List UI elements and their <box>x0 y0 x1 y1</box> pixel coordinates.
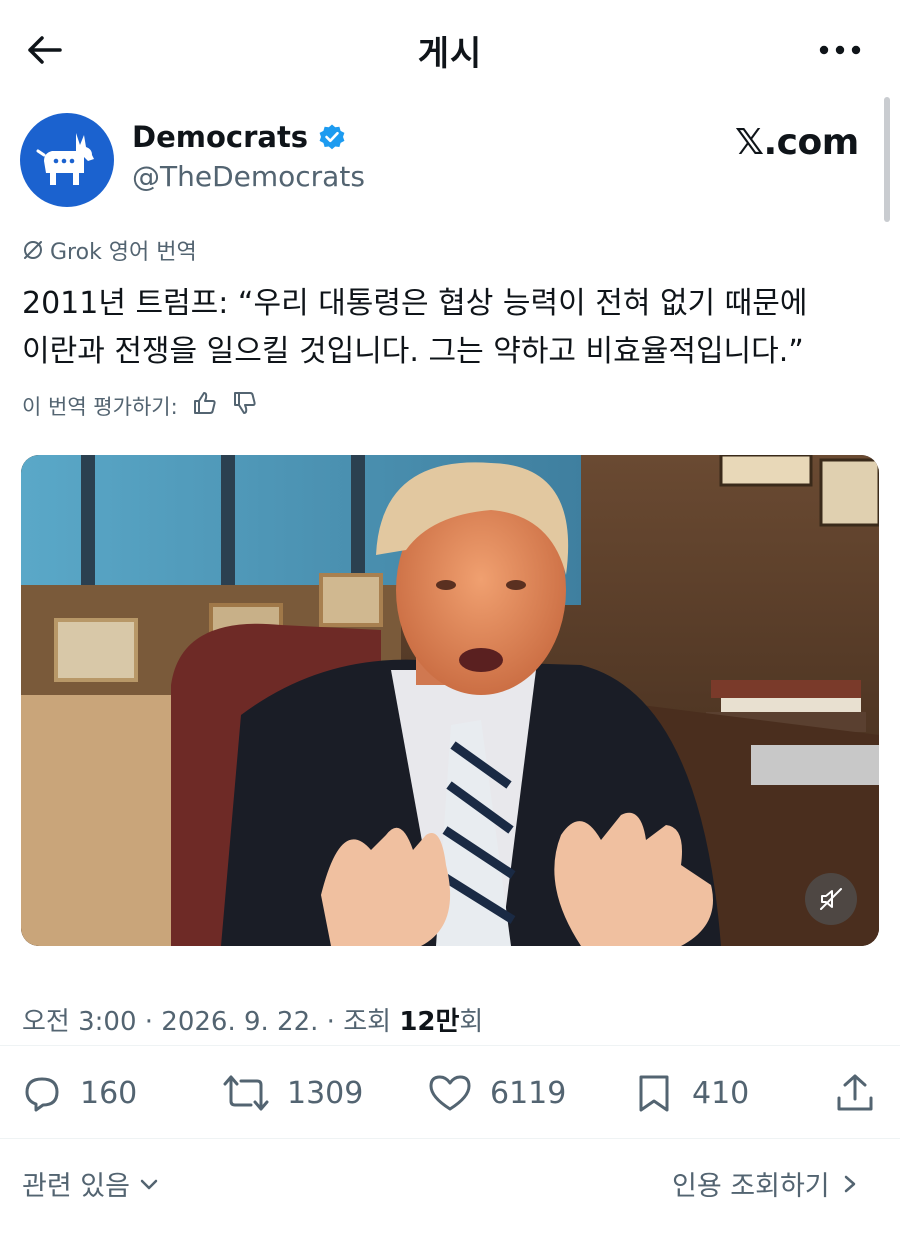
author-handle[interactable]: @TheDemocrats <box>132 160 365 193</box>
post-video[interactable] <box>21 455 879 946</box>
post-text: 2011년 트럼프: “우리 대통령은 협상 능력이 전혀 없기 때문에 이란과… <box>22 280 882 376</box>
post-meta: 오전 3:00 · 2026. 9. 22. · 조회 12만회 <box>22 1001 483 1038</box>
reply-count: 160 <box>80 1075 138 1111</box>
view-quotes-label: 인용 조회하기 <box>672 1171 830 1202</box>
view-count[interactable]: 12만 <box>399 1007 459 1037</box>
avatar[interactable] <box>20 113 114 207</box>
thumbs-up-button[interactable] <box>192 390 218 421</box>
share-icon <box>837 1074 873 1111</box>
chevron-down-icon <box>140 1179 158 1189</box>
related-label: 관련 있음 <box>22 1171 130 1202</box>
post-text-line-1: 2011년 트럼프: “우리 대통령은 협상 능력이 전혀 없기 때문에 <box>22 286 808 321</box>
translation-label: Grok 영어 번역 <box>50 240 197 265</box>
site-watermark: 𝕏.com <box>735 122 859 163</box>
bookmark-count: 410 <box>692 1075 750 1111</box>
repost-button[interactable]: 1309 <box>223 1068 363 1118</box>
chevron-right-icon <box>844 1175 855 1192</box>
like-button[interactable]: 6119 <box>428 1068 566 1118</box>
rate-translation-label: 이 번역 평가하기: <box>22 394 178 419</box>
bookmark-icon <box>639 1075 669 1112</box>
reply-button[interactable]: 160 <box>22 1068 137 1118</box>
repost-icon <box>223 1075 269 1111</box>
author-name: Democrats <box>132 120 309 154</box>
like-count: 6119 <box>490 1075 567 1111</box>
view-quotes-link[interactable]: 인용 조회하기 <box>672 1164 860 1203</box>
speaker-muted-icon <box>820 888 842 910</box>
mute-toggle-button[interactable] <box>805 873 857 925</box>
bookmark-button[interactable]: 410 <box>634 1068 749 1118</box>
thumbs-up-icon <box>193 392 216 414</box>
post-timestamp: 오전 3:00 · 2026. 9. 22. · 조회 <box>22 1007 400 1037</box>
more-options-button[interactable] <box>812 30 868 70</box>
thumbs-down-icon <box>233 392 256 414</box>
grok-icon <box>24 241 42 259</box>
repost-count: 1309 <box>287 1075 364 1111</box>
related-dropdown[interactable]: 관련 있음 <box>22 1164 160 1203</box>
video-frame-image <box>21 455 879 946</box>
more-icon <box>819 45 861 55</box>
author-name-row[interactable]: Democrats <box>132 120 346 154</box>
rate-translation-row: 이 번역 평가하기: <box>22 390 258 421</box>
reply-icon <box>25 1077 59 1112</box>
share-button[interactable] <box>834 1068 876 1118</box>
donkey-logo-icon <box>36 133 94 185</box>
verified-badge-icon <box>319 124 345 150</box>
thumbs-down-button[interactable] <box>232 390 258 421</box>
page-title: 게시 <box>417 34 483 74</box>
scrollbar[interactable] <box>884 97 890 222</box>
divider <box>0 1138 900 1139</box>
divider <box>0 1045 900 1046</box>
heart-icon <box>429 1075 471 1111</box>
translation-label-row: Grok 영어 번역 <box>22 234 197 266</box>
view-count-suffix: 회 <box>459 1007 484 1037</box>
post-text-line-2: 이란과 전쟁을 일으킬 것입니다. 그는 약하고 비효율적입니다.” <box>22 334 804 369</box>
